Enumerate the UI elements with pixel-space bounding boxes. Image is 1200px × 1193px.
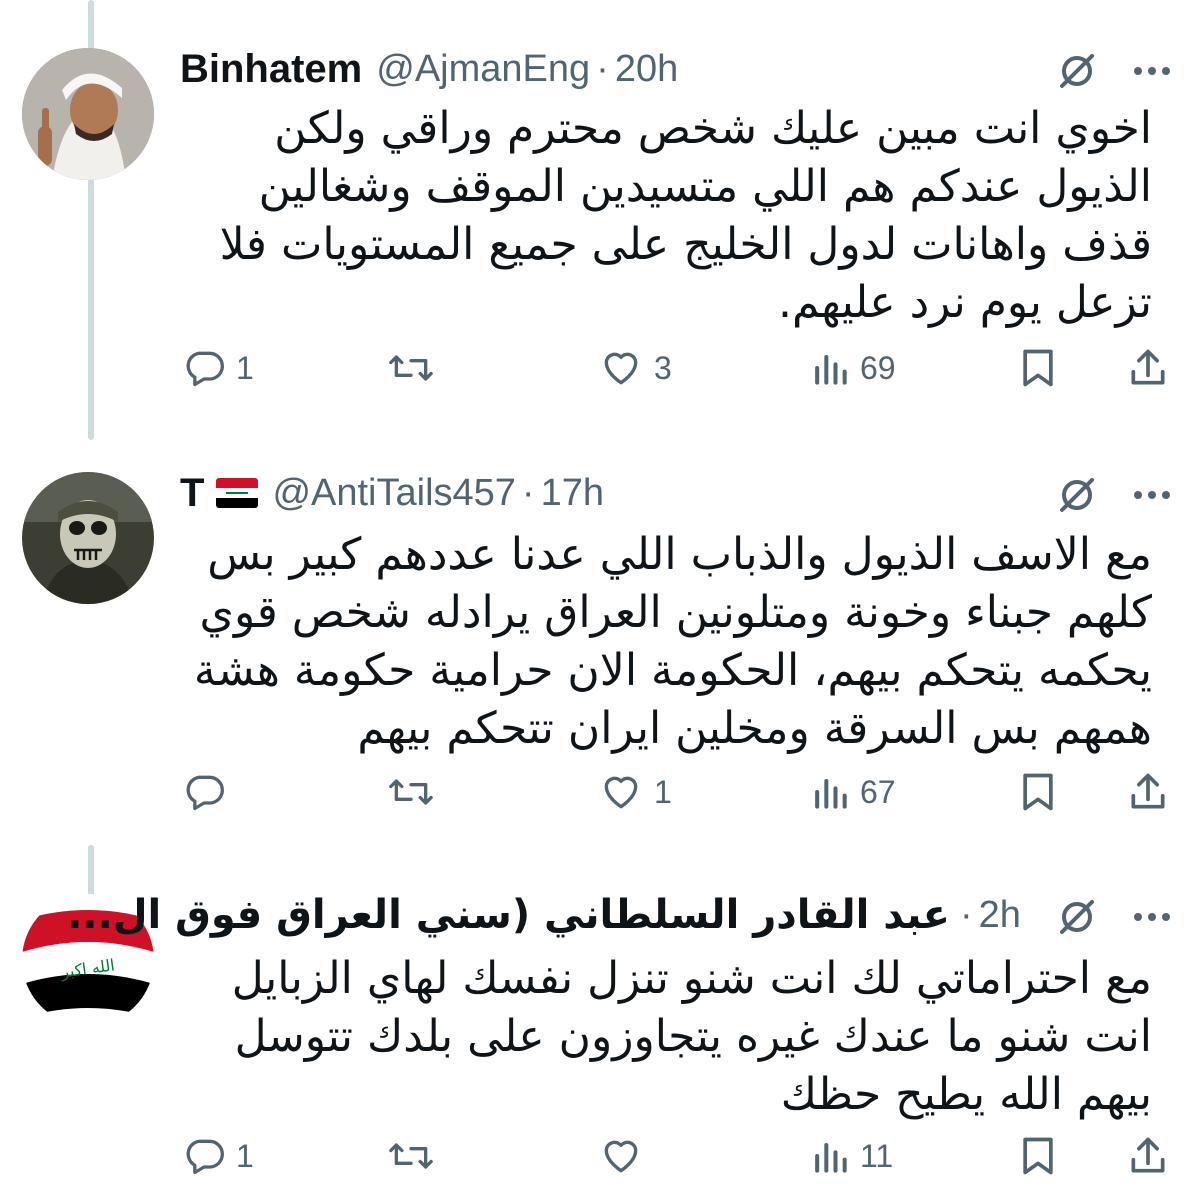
display-name[interactable]: Binhatem xyxy=(180,47,362,92)
username[interactable]: @AntiTails457 xyxy=(272,472,515,515)
like-count: 1 xyxy=(654,773,672,810)
more-icon[interactable] xyxy=(1132,911,1172,923)
more-icon[interactable] xyxy=(1132,489,1172,501)
tweet-header: T @AntiTails457 · 17h xyxy=(180,468,1170,518)
views-icon xyxy=(815,354,847,385)
views-button[interactable]: 69 xyxy=(810,346,896,390)
repost-button[interactable] xyxy=(386,1134,446,1178)
views-icon xyxy=(815,1142,847,1173)
tweet-actions: 1 67 xyxy=(0,770,1200,830)
tweet-text: مع الاسف الذيول والذباب اللي عدنا عددهم … xyxy=(193,529,1152,754)
view-count: 11 xyxy=(860,1137,894,1174)
header-actions xyxy=(1056,474,1172,516)
reply-count: 1 xyxy=(236,349,254,386)
header-actions xyxy=(1056,50,1172,92)
avatar[interactable] xyxy=(22,472,154,604)
views-button[interactable]: 67 xyxy=(810,770,896,814)
bookmark-icon xyxy=(1023,349,1053,387)
tweet-header: Binhatem @AjmanEng · 20h xyxy=(180,44,1170,94)
display-name[interactable]: عبد القادر السلطاني (سني العراق فوق ال..… xyxy=(67,892,950,938)
bookmark-icon xyxy=(1023,773,1053,811)
tweet-time: · 2h xyxy=(954,890,1021,940)
bookmark-button[interactable] xyxy=(1018,770,1058,814)
share-icon xyxy=(1131,1137,1165,1173)
reply-icon xyxy=(186,775,224,811)
tweet-actions: 1 3 69 xyxy=(0,346,1200,406)
display-name[interactable]: T xyxy=(180,471,204,516)
separator: · xyxy=(596,47,609,90)
share-icon xyxy=(1131,349,1165,385)
timestamp[interactable]: 20h xyxy=(615,48,678,91)
separator: · xyxy=(521,471,535,514)
timestamp[interactable]: 2h xyxy=(979,894,1021,937)
tweet-header: عبد القادر السلطاني (سني العراق فوق ال..… xyxy=(67,890,950,940)
like-icon xyxy=(604,352,638,385)
more-icon[interactable] xyxy=(1132,65,1172,77)
reply-icon xyxy=(186,1139,224,1175)
share-button[interactable] xyxy=(1126,1134,1170,1178)
bookmark-button[interactable] xyxy=(1018,346,1058,390)
like-icon xyxy=(604,1140,638,1173)
like-count: 3 xyxy=(654,349,672,386)
share-button[interactable] xyxy=(1126,770,1170,814)
grok-icon[interactable] xyxy=(1056,50,1098,92)
like-button[interactable] xyxy=(598,1134,654,1178)
tweet-actions: 1 11 xyxy=(0,1134,1200,1193)
reply-button[interactable]: 1 xyxy=(182,346,254,390)
like-button[interactable]: 1 xyxy=(598,770,672,814)
like-icon xyxy=(604,776,638,809)
tweet-text: مع احتراماتي لك انت شنو تنزل نفسك لهاي ا… xyxy=(231,953,1152,1120)
repost-icon xyxy=(389,779,433,805)
timestamp[interactable]: 17h xyxy=(541,472,604,515)
repost-icon xyxy=(389,1143,433,1169)
share-icon xyxy=(1131,773,1165,809)
views-button[interactable]: 11 xyxy=(810,1134,893,1178)
reply-icon xyxy=(186,351,224,387)
reply-button[interactable]: 1 xyxy=(182,1134,254,1178)
like-button[interactable]: 3 xyxy=(598,346,672,390)
tweet[interactable]: T @AntiTails457 · 17h مع الاسف الذيول وا… xyxy=(0,440,1200,880)
username[interactable]: @AjmanEng xyxy=(376,48,590,91)
views-icon xyxy=(815,778,847,809)
grok-icon[interactable] xyxy=(1056,474,1098,516)
repost-icon xyxy=(389,355,433,381)
tweet[interactable]: الله اكبر عبد القادر السلطاني (سني العرا… xyxy=(0,880,1200,1193)
reply-button[interactable] xyxy=(182,770,236,814)
tweet[interactable]: Binhatem @AjmanEng · 20h اخوي انت مبين ع… xyxy=(0,0,1200,440)
bookmark-button[interactable] xyxy=(1018,1134,1058,1178)
view-count: 69 xyxy=(860,349,896,386)
grok-icon[interactable] xyxy=(1056,896,1098,938)
avatar[interactable] xyxy=(22,48,154,180)
repost-button[interactable] xyxy=(386,770,446,814)
share-button[interactable] xyxy=(1126,346,1170,390)
view-count: 67 xyxy=(860,773,896,810)
reply-count: 1 xyxy=(236,1137,254,1174)
repost-button[interactable] xyxy=(386,346,446,390)
tweet-text: اخوي انت مبين عليك شخص محترم وراقي ولكن … xyxy=(219,103,1152,328)
bookmark-icon xyxy=(1023,1137,1053,1175)
header-actions xyxy=(1056,896,1172,938)
separator: · xyxy=(960,893,973,936)
iraq-flag-emoji xyxy=(216,478,259,508)
